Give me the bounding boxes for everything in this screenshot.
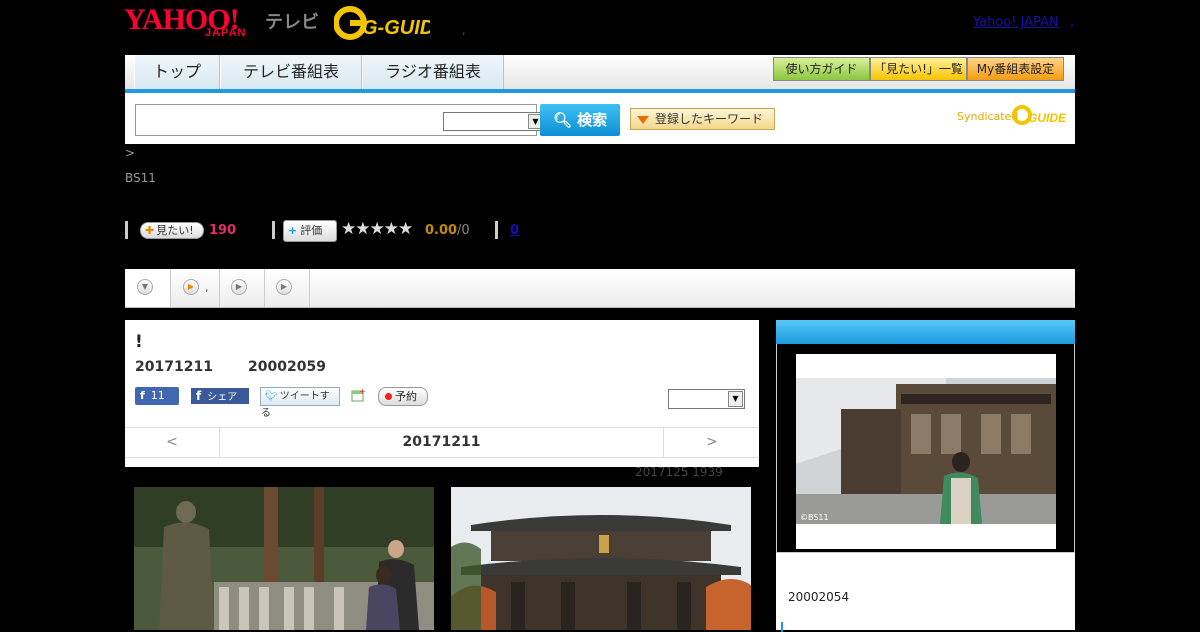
- syndicated-text: Syndicated: [957, 110, 1019, 123]
- search-category-select[interactable]: ▼: [443, 112, 545, 131]
- date-navigation: < 20171211 >: [125, 427, 759, 458]
- side-photo-copyright: ©BS11: [800, 513, 829, 522]
- nav-tab-tv-schedule[interactable]: テレビ番組表: [220, 55, 362, 89]
- reserve-label: 予約: [395, 390, 417, 403]
- plus-icon: ✚: [145, 224, 155, 237]
- side-program-id: 20002054: [788, 590, 850, 604]
- rating-count: /0: [457, 223, 470, 238]
- side-panel: ©BS11: [776, 344, 1075, 553]
- facebook-share-button[interactable]: f シェア: [191, 388, 249, 404]
- divider: [272, 221, 275, 239]
- tab-2[interactable]: ▶ ,: [171, 269, 220, 307]
- tweet-button[interactable]: 🐦︎ ツイートする: [260, 387, 340, 419]
- chevron-down-icon: ▼: [728, 391, 743, 407]
- gguide-logo[interactable]: G-GUIDE: [334, 6, 430, 40]
- play-icon: ▶: [276, 279, 292, 295]
- program-id: 20002059: [248, 359, 326, 375]
- next-date-button[interactable]: >: [663, 428, 760, 457]
- rating-score: 0.00: [425, 223, 458, 238]
- tab-3[interactable]: ▶: [220, 269, 265, 307]
- registered-keyword-label: 登録したキーワード: [655, 112, 764, 126]
- mitai-button-label: 見たい!: [156, 224, 194, 237]
- program-title: !: [135, 332, 143, 352]
- search-bar: ▼ 🔍︎ 検索 登録したキーワード Syndicated GUIDE: [125, 93, 1075, 144]
- current-date: 20171211: [402, 434, 481, 450]
- tab-1[interactable]: ▼: [125, 269, 171, 307]
- nav-tab-radio-schedule[interactable]: ラジオ番組表: [362, 55, 504, 89]
- mitai-count: 190: [209, 223, 237, 238]
- svg-text:+: +: [359, 388, 365, 396]
- triangle-down-icon: [637, 115, 649, 124]
- add-calendar-icon[interactable]: +: [351, 388, 365, 402]
- facebook-like-button[interactable]: f 11: [135, 387, 179, 405]
- mitai-list-button[interactable]: 「見たい!」一覧: [870, 57, 967, 81]
- program-photo-2: [451, 487, 751, 630]
- twitter-icon: 🐦︎: [265, 391, 278, 402]
- record-icon: [385, 393, 392, 400]
- yahoo-japan-link[interactable]: Yahoo! JAPAN: [973, 15, 1059, 30]
- search-button[interactable]: 🔍︎ 検索: [540, 104, 620, 136]
- side-photo: ©BS11: [796, 354, 1056, 549]
- mitai-button[interactable]: ✚ 見たい!: [140, 222, 204, 239]
- plus-icon: +: [288, 224, 298, 237]
- search-button-label: 検索: [577, 111, 608, 129]
- gguide-logo-text: G-GUIDE: [362, 17, 430, 39]
- prev-date-button[interactable]: <: [125, 428, 220, 457]
- search-icon: 🔍︎: [552, 111, 572, 129]
- facebook-share-label: シェア: [207, 392, 238, 403]
- program-date: 20171211: [135, 359, 213, 375]
- program-select[interactable]: ▼: [668, 389, 745, 409]
- updated-timestamp: 2017125 1939: [635, 465, 723, 479]
- tab-4[interactable]: ▶: [265, 269, 310, 307]
- global-nav: トップ テレビ番組表 ラジオ番組表 使い方ガイド 「見たい!」一覧 My番組表設…: [125, 55, 1075, 93]
- play-icon: ▶: [231, 279, 247, 295]
- nav-tab-top[interactable]: トップ: [134, 55, 220, 89]
- review-count-link[interactable]: 0: [510, 223, 519, 238]
- tab-2-label: ,: [205, 281, 209, 294]
- syndicated-logo-text: GUIDE: [1028, 111, 1067, 125]
- breadcrumb: >: [125, 146, 136, 160]
- my-schedule-settings-button[interactable]: My番組表設定: [967, 57, 1064, 81]
- channel-name: BS11: [125, 171, 156, 185]
- search-input[interactable]: ▼: [135, 104, 545, 136]
- program-photo-1: [134, 487, 434, 630]
- program-panel: ! 20171211 20002059 f 11 f シェア 🐦︎ ツイートする + …: [125, 320, 759, 467]
- syndicated-gguide-logo: GUIDE: [1012, 105, 1067, 125]
- chevron-down-icon: ▼: [137, 279, 153, 295]
- side-divider: [781, 622, 783, 632]
- play-icon: ▶: [183, 279, 199, 295]
- rate-button-label: 評価: [300, 224, 323, 237]
- divider: [495, 221, 498, 239]
- side-info: 20002054: [776, 553, 1075, 632]
- program-tabs: ▼ ▶ , ▶ ▶: [125, 269, 1075, 308]
- usage-guide-button[interactable]: 使い方ガイド: [773, 57, 870, 81]
- rating-stars: ★★★★★: [341, 219, 413, 239]
- header-link-separator: ,: [1070, 15, 1075, 30]
- facebook-like-count: 11: [150, 389, 165, 402]
- rate-button[interactable]: + 評価: [283, 220, 337, 242]
- divider: [125, 221, 128, 239]
- facebook-icon: f: [196, 389, 202, 403]
- reserve-button[interactable]: 予約: [378, 387, 428, 406]
- header-dot: ,: [462, 24, 466, 37]
- facebook-icon: f: [140, 389, 145, 402]
- tv-logo-text[interactable]: テレビ: [265, 8, 319, 34]
- side-panel-header: [776, 320, 1075, 344]
- yahoo-japan-logo-text: JAPAN: [205, 27, 247, 39]
- registered-keyword-button[interactable]: 登録したキーワード: [630, 108, 775, 130]
